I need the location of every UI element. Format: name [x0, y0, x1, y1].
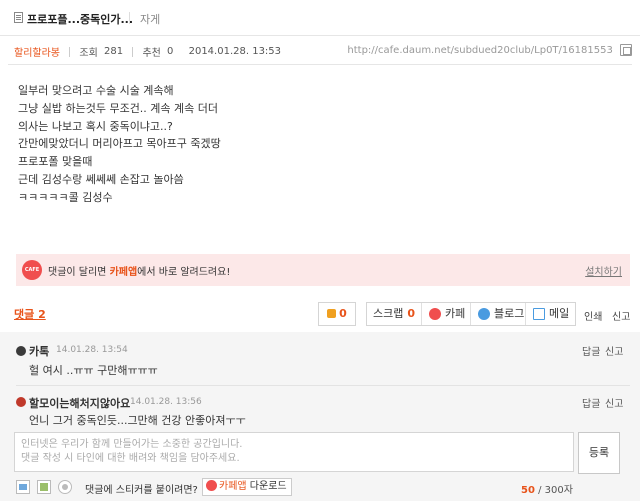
- body-line: ㅋㅋㅋㅋㅋ콜 김성수: [18, 190, 113, 204]
- comment-input[interactable]: 인터넷은 우리가 함께 만들어가는 소중한 공간입니다. 댓글 작성 시 타인에…: [14, 432, 574, 472]
- comment-time: 14.01.28. 13:56: [130, 397, 202, 407]
- comments-count-link[interactable]: 댓글 2: [14, 306, 46, 322]
- char-count-current: 50: [521, 485, 535, 496]
- post-url-text[interactable]: http://cafe.daum.net/subdued20club/Lp0T/…: [347, 45, 612, 56]
- post-url: http://cafe.daum.net/subdued20club/Lp0T/…: [347, 44, 632, 56]
- submit-comment-button[interactable]: 등록: [578, 432, 620, 474]
- body-line: 간만에맞았더니 머리아프고 목아프구 죽겠땅: [18, 137, 221, 151]
- reply-link[interactable]: 답글: [582, 395, 600, 410]
- share-blog-button[interactable]: 블로그: [471, 303, 526, 325]
- sticker-icon[interactable]: [58, 480, 72, 494]
- comment-placeholder: 인터넷은 우리가 함께 만들어가는 소중한 공간입니다. 댓글 작성 시 타인에…: [21, 438, 242, 466]
- photo-attach-icon[interactable]: [37, 480, 51, 494]
- like-button[interactable]: 0: [318, 302, 356, 326]
- download-app-button[interactable]: 카페앱 다운로드: [202, 478, 292, 496]
- download-app-name: 카페앱: [219, 481, 247, 492]
- cafe-app-icon: CAFE: [22, 260, 42, 280]
- body-line: 일부러 맞으려고 수술 시술 계속해: [18, 84, 174, 97]
- document-icon: [14, 12, 23, 23]
- views-count: 281: [103, 46, 124, 57]
- share-mail-button[interactable]: 메일: [526, 303, 577, 325]
- share-toolbar: 스크랩 0 카페 블로그 메일: [366, 302, 576, 326]
- body-line: 프로포폴 맞을때: [18, 155, 93, 169]
- cafe-app-banner[interactable]: CAFE 댓글이 달리면 카페앱에서 바로 알려드려요! 설치하기: [16, 254, 630, 286]
- author-name[interactable]: 할리할라봉: [14, 44, 60, 59]
- post-title: 프로포플...중독인가...: [27, 13, 134, 26]
- scrap-count: 0: [407, 307, 416, 320]
- char-counter: 50 / 300자: [521, 481, 573, 496]
- banner-message-prefix: 댓글이 달리면: [48, 267, 110, 278]
- install-link[interactable]: 설치하기: [585, 263, 622, 278]
- like-count: 0: [339, 307, 347, 320]
- download-label: 다운로드: [246, 481, 287, 492]
- cafe-app-icon: [206, 480, 217, 491]
- cafe-icon: [429, 308, 441, 320]
- placeholder-line: 인터넷은 우리가 함께 만들어가는 소중한 공간입니다.: [21, 439, 243, 450]
- meta-divider: [69, 46, 71, 57]
- body-line: 그냥 실밥 하는것두 무조건.. 계속 계속 더더: [18, 101, 219, 115]
- comment-text: 언니 그거 중독인듯...그만해 건강 안좋아져ㅜㅜ: [29, 414, 246, 427]
- report-post-link[interactable]: 신고: [612, 308, 630, 323]
- share-mail-label: 메일: [549, 307, 570, 320]
- report-comment-link[interactable]: 신고: [605, 343, 623, 358]
- title-divider: [129, 12, 130, 24]
- board-name-link[interactable]: 자게: [140, 11, 160, 27]
- post-meta: 할리할라봉 조회 281 추천 0 2014.01.28. 13:53: [14, 44, 282, 59]
- share-cafe-button[interactable]: 카페: [422, 303, 471, 325]
- recommend-count: 0: [167, 46, 174, 57]
- comment-divider: [16, 385, 630, 386]
- avatar: [16, 397, 26, 407]
- banner-message-suffix: 에서 바로 알려드려요!: [137, 267, 231, 278]
- share-blog-label: 블로그: [494, 307, 525, 320]
- copy-url-icon[interactable]: [620, 44, 632, 56]
- char-count-max: / 300자: [534, 485, 573, 496]
- mail-icon: [533, 308, 545, 320]
- reply-link[interactable]: 답글: [582, 343, 600, 358]
- banner-message-highlight: 카페앱: [109, 267, 138, 278]
- post-title-bar: 프로포플...중독인가... 자게: [0, 0, 640, 36]
- comment-text: 헐 여시 ..ㅠㅠ 구만해ㅠㅠㅠ: [29, 364, 158, 377]
- blog-icon: [478, 308, 490, 320]
- scrap-button[interactable]: 스크랩 0: [367, 303, 422, 325]
- report-comment-link[interactable]: 신고: [605, 395, 623, 410]
- meta-divider: [132, 46, 134, 57]
- comment-author[interactable]: 할모이는해처지않아요: [29, 395, 130, 411]
- scrap-label: 스크랩: [372, 307, 404, 320]
- image-attach-icon[interactable]: [16, 480, 30, 494]
- body-line: 근데 김성수랑 쎄쎄쎄 손잡고 놀아씀: [18, 172, 184, 186]
- meta-divider-line: [8, 64, 632, 65]
- banner-message: 댓글이 달리면 카페앱에서 바로 알려드려요!: [48, 263, 230, 278]
- body-line: 의사는 나보고 혹시 중독이냐고..?: [18, 119, 173, 133]
- comment-author[interactable]: 카톡: [29, 343, 49, 359]
- comment-time: 14.01.28. 13:54: [56, 345, 128, 355]
- placeholder-line: 댓글 작성 시 타인에 대한 배려와 책임을 담아주세요.: [21, 453, 240, 464]
- share-cafe-label: 카페: [445, 307, 466, 320]
- sticker-question: 댓글에 스티커를 붙이려면?: [85, 485, 198, 496]
- avatar: [16, 346, 26, 356]
- post-body: 일부러 맞으려고 수술 시술 계속해 그냥 실밥 하는것두 무조건.. 계속 계…: [18, 82, 221, 207]
- post-date: 2014.01.28. 13:53: [188, 46, 282, 57]
- recommend-label: 추천: [142, 48, 161, 59]
- print-link[interactable]: 인쇄: [584, 308, 602, 323]
- views-label: 조회: [79, 48, 98, 59]
- thumbs-up-icon: [327, 309, 337, 318]
